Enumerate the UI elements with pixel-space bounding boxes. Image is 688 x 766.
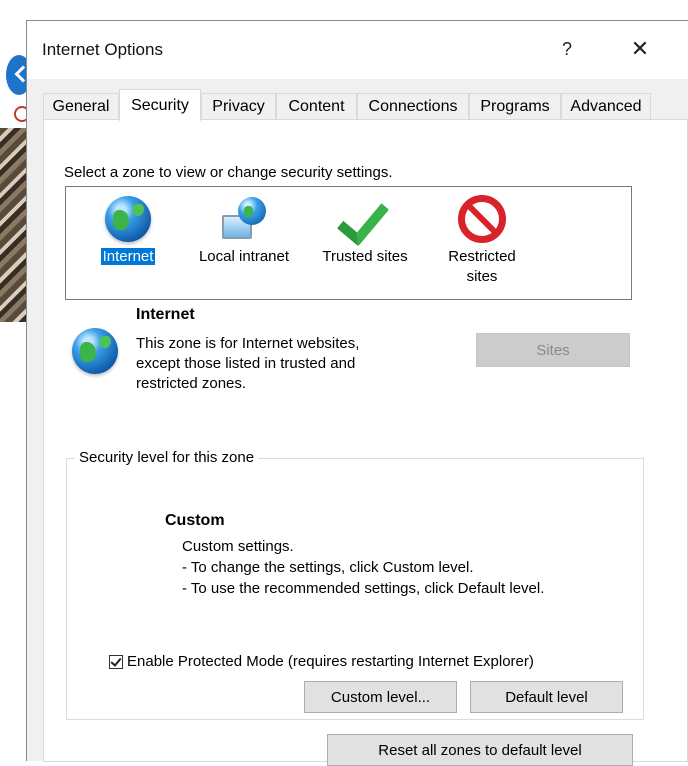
protected-mode-row[interactable]: Enable Protected Mode (requires restarti…	[109, 653, 534, 670]
zone-local-intranet[interactable]: Local intranet	[188, 187, 300, 267]
zone-restricted-sites[interactable]: Restricted sites	[434, 187, 530, 287]
zone-internet[interactable]: Internet	[86, 187, 170, 267]
zone-list: Internet Local intranet Trusted sites Re…	[65, 186, 632, 300]
tab-security[interactable]: Security	[119, 89, 201, 121]
selected-zone-description: This zone is for Internet websites, exce…	[136, 334, 416, 394]
protected-mode-checkbox[interactable]	[109, 654, 123, 669]
globe-icon	[102, 193, 154, 245]
dialog-title: Internet Options	[42, 40, 163, 59]
tab-connections[interactable]: Connections	[357, 93, 469, 119]
description-line: - To use the recommended settings, click…	[182, 580, 545, 597]
no-entry-icon	[456, 193, 508, 245]
description-line: Custom settings.	[182, 538, 294, 555]
close-button[interactable]: ✕	[619, 31, 661, 67]
globe-icon	[69, 325, 121, 377]
security-tab-panel: Select a zone to view or change security…	[43, 119, 688, 766]
tab-advanced[interactable]: Advanced	[561, 93, 651, 119]
zone-prompt: Select a zone to view or change security…	[64, 164, 393, 181]
description-line: restricted zones.	[136, 375, 247, 392]
tab-general[interactable]: General	[43, 93, 119, 119]
zone-label: Trusted sites	[322, 248, 408, 265]
title-bar: Internet Options ? ✕	[27, 21, 688, 79]
security-level-legend: Security level for this zone	[75, 449, 259, 466]
security-level-description: Custom settings. - To change the setting…	[182, 536, 544, 599]
tab-privacy[interactable]: Privacy	[201, 93, 276, 119]
zone-trusted-sites[interactable]: Trusted sites	[310, 187, 420, 267]
security-level-name: Custom	[165, 512, 225, 529]
zone-label: Restricted sites	[448, 248, 516, 285]
zone-label: Internet	[100, 248, 156, 265]
reset-all-zones-button[interactable]: Reset all zones to default level	[327, 734, 633, 766]
sites-button[interactable]: Sites	[476, 333, 630, 367]
description-line: This zone is for Internet websites,	[136, 335, 360, 352]
description-line: - To change the settings, click Custom l…	[182, 559, 474, 576]
tab-content[interactable]: Content	[276, 93, 357, 119]
protected-mode-label: Enable Protected Mode (requires restarti…	[127, 653, 534, 670]
default-level-button[interactable]: Default level	[470, 681, 623, 713]
tab-programs[interactable]: Programs	[469, 93, 561, 119]
checkmark-icon	[336, 191, 391, 247]
description-line: except those listed in trusted and	[136, 355, 356, 372]
intranet-icon	[218, 193, 270, 245]
zone-label: Local intranet	[198, 248, 290, 265]
selected-zone-name: Internet	[136, 306, 195, 323]
security-level-group: Security level for this zone Custom Cust…	[66, 449, 644, 720]
internet-options-dialog: Internet Options ? ✕ General Security Pr…	[26, 20, 688, 766]
custom-level-button[interactable]: Custom level...	[304, 681, 457, 713]
help-button[interactable]: ?	[549, 31, 585, 67]
